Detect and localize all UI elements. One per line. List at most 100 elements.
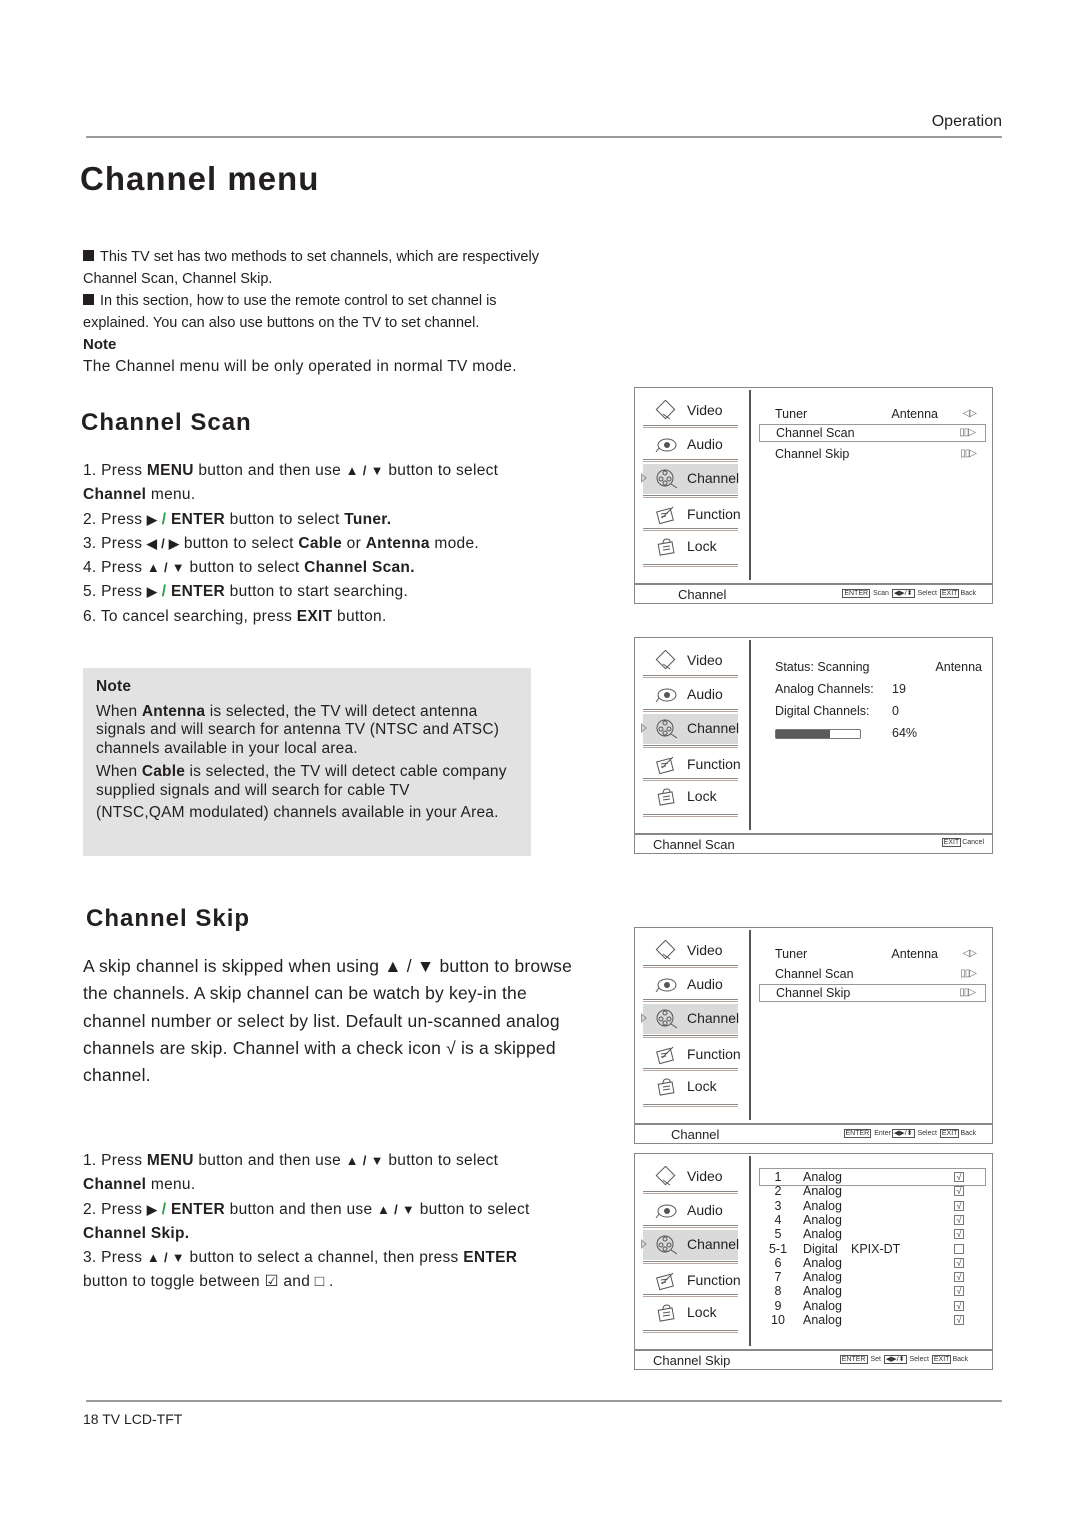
sidebar-item-audio[interactable]: Audio bbox=[643, 970, 738, 1000]
sidebar-item-channel[interactable]: Channel bbox=[641, 1004, 739, 1034]
menu-row-tuner[interactable]: Tuner Antenna ◁▷ bbox=[759, 405, 986, 423]
channel-number: 5 bbox=[774, 1227, 782, 1242]
left-right-arrow-icon: ◁▷ bbox=[962, 408, 977, 419]
skip-step-3: 3. Press ▲ / ▼ button to select a channe… bbox=[83, 1249, 518, 1291]
sidebar-item-label: Audio bbox=[687, 976, 723, 992]
skip-checkbox[interactable]: √ bbox=[954, 1172, 964, 1182]
channel-skip-steps: 1. Press MENU button and then use ▲ / ▼ … bbox=[83, 1149, 593, 1295]
sidebar-item-audio[interactable]: Audio bbox=[643, 430, 738, 460]
sidebar-item-label: Function bbox=[687, 1272, 741, 1288]
sidebar-item-channel[interactable]: Channel bbox=[641, 1230, 740, 1260]
channel-list-item[interactable]: 4 Analog √ bbox=[759, 1213, 986, 1227]
sidebar-item-function[interactable]: Function bbox=[643, 1040, 741, 1070]
sidebar-item-video[interactable]: Video bbox=[643, 646, 738, 676]
right-arrow-icon: ▶ bbox=[146, 511, 158, 527]
sidebar-item-label: Lock bbox=[687, 788, 717, 804]
analog-channels-row: Analog Channels: 19 bbox=[775, 682, 906, 696]
sidebar-divider bbox=[643, 425, 738, 428]
sidebar-item-video[interactable]: Video bbox=[643, 396, 738, 426]
sidebar-divider bbox=[643, 1035, 738, 1038]
sidebar-item-channel[interactable]: Channel bbox=[641, 464, 739, 494]
skip-checkbox[interactable]: √ bbox=[954, 1200, 964, 1211]
channel-list-item[interactable]: 1 Analog √ bbox=[759, 1170, 986, 1184]
sidebar-divider bbox=[643, 778, 738, 781]
intro-note-text: The Channel menu will be only operated i… bbox=[83, 358, 517, 375]
tv-menu-channel-scan-select: Tuner Antenna ◁▷ Channel Scan ▯▯▷ Channel S… bbox=[634, 387, 993, 604]
sidebar-item-function[interactable]: Function bbox=[643, 500, 741, 530]
channel-list-item[interactable]: 2 Analog √ bbox=[759, 1184, 986, 1198]
menu-row-tuner[interactable]: Tuner Antenna ◁▷ bbox=[759, 945, 986, 963]
skip-checkbox[interactable]: √ bbox=[954, 1229, 964, 1240]
audio-icon bbox=[655, 434, 677, 456]
key-hint: ENTER Set ◀▶/⬍ Select EXIT Back bbox=[839, 1355, 968, 1364]
left-right-arrow-icon: ◁▷ bbox=[962, 948, 977, 959]
sidebar-item-lock[interactable]: Lock bbox=[643, 1072, 738, 1102]
page-footer-label: 18 TV LCD-TFT bbox=[83, 1411, 183, 1427]
scan-note-cable-cont: (NTSC,QAM modulated) channels available … bbox=[96, 804, 499, 821]
footer-title: Channel bbox=[671, 1127, 720, 1142]
menu-row-channel-scan[interactable]: Channel Scan ▯▯▷ bbox=[759, 424, 986, 442]
channel-list-item[interactable]: 9 Analog √ bbox=[759, 1299, 986, 1313]
sidebar-item-label: Audio bbox=[687, 436, 723, 452]
channel-list-item[interactable]: 7 Analog √ bbox=[759, 1270, 986, 1284]
sidebar-item-function[interactable]: Function bbox=[643, 1266, 741, 1296]
channel-type: Analog bbox=[803, 1184, 842, 1199]
sidebar-item-channel[interactable]: Channel bbox=[641, 714, 739, 744]
scan-status-row: Status: Scanning Antenna bbox=[775, 660, 982, 674]
scan-note-antenna: When Antenna is selected, the TV will de… bbox=[96, 702, 500, 757]
sidebar-vertical-divider bbox=[749, 930, 751, 1120]
sidebar-item-audio[interactable]: Audio bbox=[643, 680, 738, 710]
skip-checkbox[interactable]: √ bbox=[954, 1257, 964, 1268]
channel-list-item[interactable]: 10 Analog √ bbox=[759, 1313, 986, 1327]
channel-list-item[interactable]: 8 Analog √ bbox=[759, 1284, 986, 1298]
function-icon bbox=[655, 754, 677, 776]
sidebar-vertical-divider bbox=[749, 640, 751, 830]
sidebar-item-lock[interactable]: Lock bbox=[643, 782, 738, 812]
video-icon bbox=[655, 939, 677, 962]
enter-arrow-icon: ▯▯▷ bbox=[960, 448, 977, 459]
footer-title: Channel Skip bbox=[653, 1353, 731, 1368]
channel-list-item[interactable]: 5-1 Digital KPIX-DT bbox=[759, 1242, 986, 1256]
selection-pointer-icon bbox=[641, 1239, 647, 1249]
skip-checkbox[interactable]: √ bbox=[954, 1300, 964, 1311]
selection-pointer-icon bbox=[641, 473, 647, 483]
sidebar-item-label: Lock bbox=[687, 538, 717, 554]
skip-checkbox[interactable] bbox=[954, 1243, 964, 1254]
footer-title: Channel bbox=[678, 587, 727, 602]
channel-list-item[interactable]: 5 Analog √ bbox=[759, 1227, 986, 1241]
sidebar-item-video[interactable]: Video bbox=[643, 1162, 738, 1192]
sidebar-item-lock[interactable]: Lock bbox=[643, 1298, 738, 1328]
skip-checkbox[interactable]: √ bbox=[954, 1286, 964, 1297]
sidebar-item-label: Video bbox=[687, 652, 723, 668]
menu-row-channel-scan[interactable]: Channel Scan ▯▯▷ bbox=[759, 965, 986, 983]
menu-row-channel-skip[interactable]: Channel Skip ▯▯▷ bbox=[759, 984, 986, 1002]
channel-name: KPIX-DT bbox=[851, 1241, 901, 1256]
header-divider bbox=[86, 136, 1002, 138]
sidebar-vertical-divider bbox=[749, 390, 751, 580]
sidebar-divider bbox=[643, 675, 738, 678]
up-down-arrow-icon: ▲ / ▼ bbox=[146, 1250, 185, 1266]
skip-checkbox[interactable]: √ bbox=[954, 1272, 964, 1283]
channel-list-item[interactable]: 3 Analog √ bbox=[759, 1199, 986, 1213]
sidebar-item-lock[interactable]: Lock bbox=[643, 532, 738, 562]
menu-row-channel-skip[interactable]: Channel Skip ▯▯▷ bbox=[759, 445, 986, 463]
skip-checkbox[interactable]: √ bbox=[954, 1315, 964, 1325]
channel-icon bbox=[655, 468, 678, 490]
channel-skip-heading: Channel Skip bbox=[86, 905, 251, 932]
selection-pointer-icon bbox=[641, 723, 647, 733]
scan-progress-row: 64% bbox=[892, 726, 918, 740]
sidebar-item-video[interactable]: Video bbox=[643, 936, 738, 966]
selection-pointer-icon bbox=[641, 1013, 647, 1023]
tv-menu-footer: Channel ENTER Enter ◀▶/⬍ Select EXIT Back bbox=[635, 1123, 992, 1143]
scan-note-title: Note bbox=[96, 678, 132, 695]
skip-checkbox[interactable]: √ bbox=[954, 1186, 964, 1197]
sidebar-item-label: Function bbox=[687, 506, 741, 522]
skip-checkbox[interactable]: √ bbox=[954, 1214, 964, 1225]
channel-list-item[interactable]: 6 Analog √ bbox=[759, 1256, 986, 1270]
sidebar-item-label: Function bbox=[687, 1046, 741, 1062]
function-icon bbox=[655, 1270, 677, 1292]
sidebar-item-label: Channel bbox=[687, 1236, 740, 1252]
sidebar-item-function[interactable]: Function bbox=[643, 750, 741, 780]
channel-number: 9 bbox=[774, 1298, 782, 1313]
sidebar-item-audio[interactable]: Audio bbox=[643, 1196, 738, 1226]
